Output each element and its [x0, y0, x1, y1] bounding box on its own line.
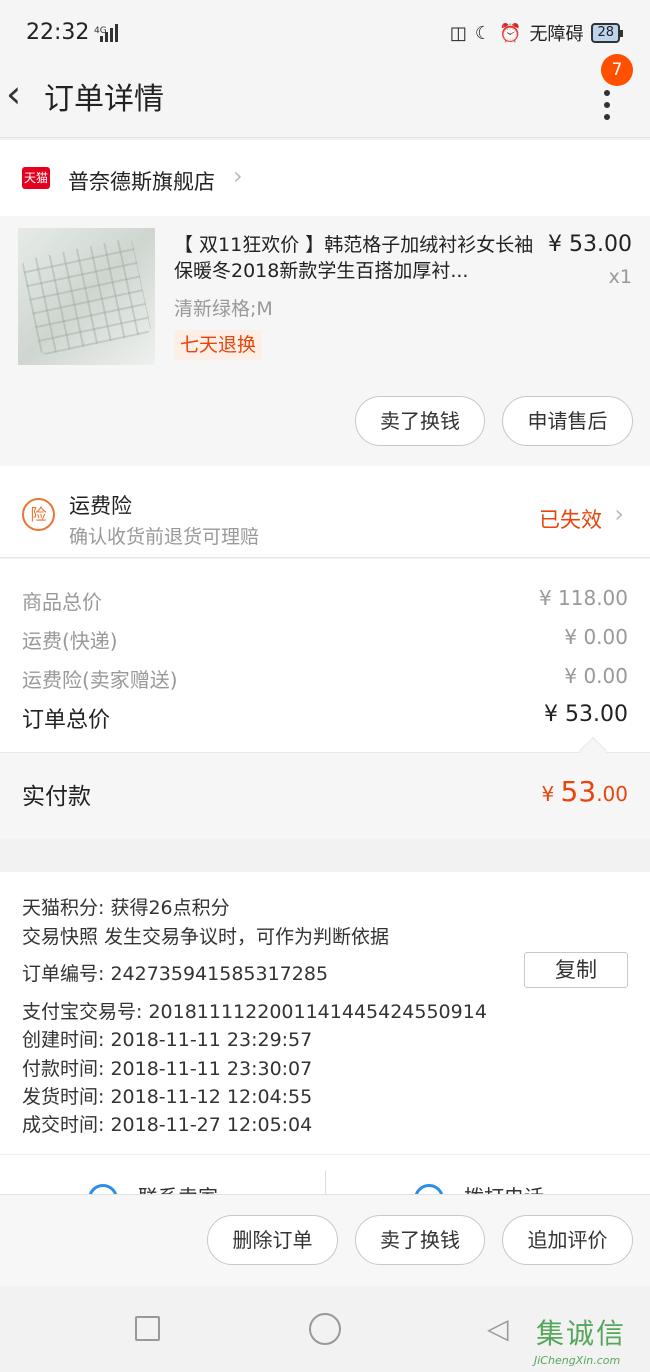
more-menu-icon[interactable]: [598, 80, 618, 124]
summary-value: ¥ 118.00: [538, 586, 628, 610]
phone-icon: [414, 1183, 444, 1194]
alipay-trade-number: 支付宝交易号: 2018111122001141445424550914: [22, 1001, 487, 1023]
recent-apps-icon[interactable]: [135, 1316, 160, 1341]
notification-badge: 7: [601, 54, 633, 86]
trade-snapshot[interactable]: 交易快照 发生交易争议时，可作为判断依据: [22, 922, 389, 949]
back-nav-icon[interactable]: ◁: [487, 1312, 509, 1345]
product-quantity: x1: [608, 266, 632, 288]
moon-icon: ☾: [474, 22, 492, 44]
shop-row[interactable]: 天猫 普奈德斯旗舰店 ›: [0, 140, 650, 216]
vibrate-icon: ◫: [449, 22, 467, 44]
call-button[interactable]: 拨打电话: [414, 1181, 544, 1194]
paid-decimal: .00: [596, 782, 628, 806]
summary-row: 运费(快递) ¥ 0.00: [22, 625, 628, 654]
page-title: 订单详情: [44, 82, 164, 117]
insurance-icon: 险: [22, 498, 55, 531]
insurance-status: 已失效: [539, 508, 602, 532]
created-time: 创建时间: 2018-11-11 23:29:57: [22, 1029, 313, 1051]
watermark-url: JiChengXin.com: [534, 1354, 621, 1367]
alarm-icon: ⏰: [499, 22, 522, 44]
top-nav: ‹ 订单详情 7: [0, 54, 650, 138]
order-total-row: 订单总价 ¥ 53.00: [22, 702, 628, 734]
summary-label: 商品总价: [22, 590, 102, 614]
watermark-text: 集诚信: [536, 1317, 627, 1350]
summary-value: ¥ 0.00: [564, 625, 628, 649]
delete-order-button[interactable]: 删除订单: [207, 1215, 338, 1265]
paid-integer: 53: [560, 775, 597, 808]
shop-name: 普奈德斯旗舰店: [68, 170, 215, 194]
status-time: 22:32: [26, 20, 90, 45]
order-total-label: 订单总价: [22, 708, 111, 733]
summary-label: 运费险(卖家赠送): [22, 668, 178, 692]
chevron-right-icon: ›: [233, 162, 243, 190]
insurance-subtitle: 确认收货前退货可理赔: [69, 526, 260, 548]
add-review-button[interactable]: 追加评价: [502, 1215, 633, 1265]
paid-currency: ¥: [541, 782, 561, 806]
shipped-time: 发货时间: 2018-11-12 12:04:55: [22, 1086, 313, 1108]
copy-button[interactable]: 复制: [524, 952, 628, 988]
status-bar: 22:32 4G ◫ ☾ ⏰ 无障碍 28: [0, 0, 650, 60]
summary-row: 商品总价 ¥ 118.00: [22, 586, 628, 615]
return-policy-tag: 七天退换: [174, 330, 263, 360]
summary-value: ¥ 0.00: [564, 664, 628, 688]
tmall-points: 天猫积分: 获得26点积分: [22, 897, 230, 919]
signal-icon: [100, 24, 120, 42]
insurance-title: 运费险: [69, 494, 132, 518]
paid-time: 付款时间: 2018-11-11 23:30:07: [22, 1058, 313, 1080]
order-number: 订单编号: 242735941585317285: [22, 963, 329, 985]
price-summary: 商品总价 ¥ 118.00 运费(快递) ¥ 0.00 运费险(卖家赠送) ¥ …: [0, 559, 650, 753]
battery-icon: 28: [591, 23, 623, 43]
product-price: ¥ 53.00: [548, 232, 632, 257]
resell-button[interactable]: 卖了换钱: [355, 396, 485, 446]
contact-seller-button[interactable]: 联系卖家: [88, 1181, 218, 1194]
contact-seller-label: 联系卖家: [138, 1185, 218, 1194]
divider: [325, 1171, 326, 1194]
order-info: 天猫积分: 获得26点积分 交易快照 发生交易争议时，可作为判断依据 订单编号:…: [0, 872, 650, 1154]
call-label: 拨打电话: [464, 1185, 544, 1194]
paid-amount-row: 实付款 ¥ 53.00: [0, 753, 650, 839]
product-image[interactable]: [18, 228, 155, 365]
home-icon[interactable]: [309, 1313, 341, 1345]
contact-row: 联系卖家 拨打电话: [0, 1154, 650, 1194]
watermark-logo: 集诚信 JiChengXin.com: [534, 1312, 650, 1372]
paid-label: 实付款: [22, 784, 91, 810]
resell-button[interactable]: 卖了换钱: [355, 1215, 485, 1265]
after-sales-button[interactable]: 申请售后: [502, 396, 633, 446]
paid-amount: ¥ 53.00: [541, 775, 628, 808]
bottom-action-bar: 删除订单 卖了换钱 追加评价: [0, 1194, 650, 1286]
product-card[interactable]: 【 双11狂欢价 】韩范格子加绒衬衫女长袖保暖冬2018新款学生百搭加厚衬...…: [0, 216, 650, 466]
summary-label: 运费(快递): [22, 629, 118, 653]
summary-row: 运费险(卖家赠送) ¥ 0.00: [22, 664, 628, 693]
product-title: 【 双11狂欢价 】韩范格子加绒衬衫女长袖保暖冬2018新款学生百搭加厚衬...: [174, 234, 534, 282]
accessibility-label: 无障碍: [529, 24, 584, 45]
order-total-value: ¥ 53.00: [544, 702, 628, 727]
tmall-logo-icon: 天猫: [22, 167, 50, 189]
chevron-right-icon: ›: [614, 500, 624, 528]
back-icon[interactable]: ‹: [6, 72, 21, 116]
status-right: ◫ ☾ ⏰ 无障碍 28: [449, 20, 623, 46]
completed-time: 成交时间: 2018-11-27 12:05:04: [22, 1114, 313, 1136]
product-sku: 清新绿格;M: [174, 298, 273, 320]
shipping-insurance-row[interactable]: 险 运费险 确认收货前退货可理赔 已失效 ›: [0, 466, 650, 558]
chat-icon: [88, 1183, 118, 1194]
